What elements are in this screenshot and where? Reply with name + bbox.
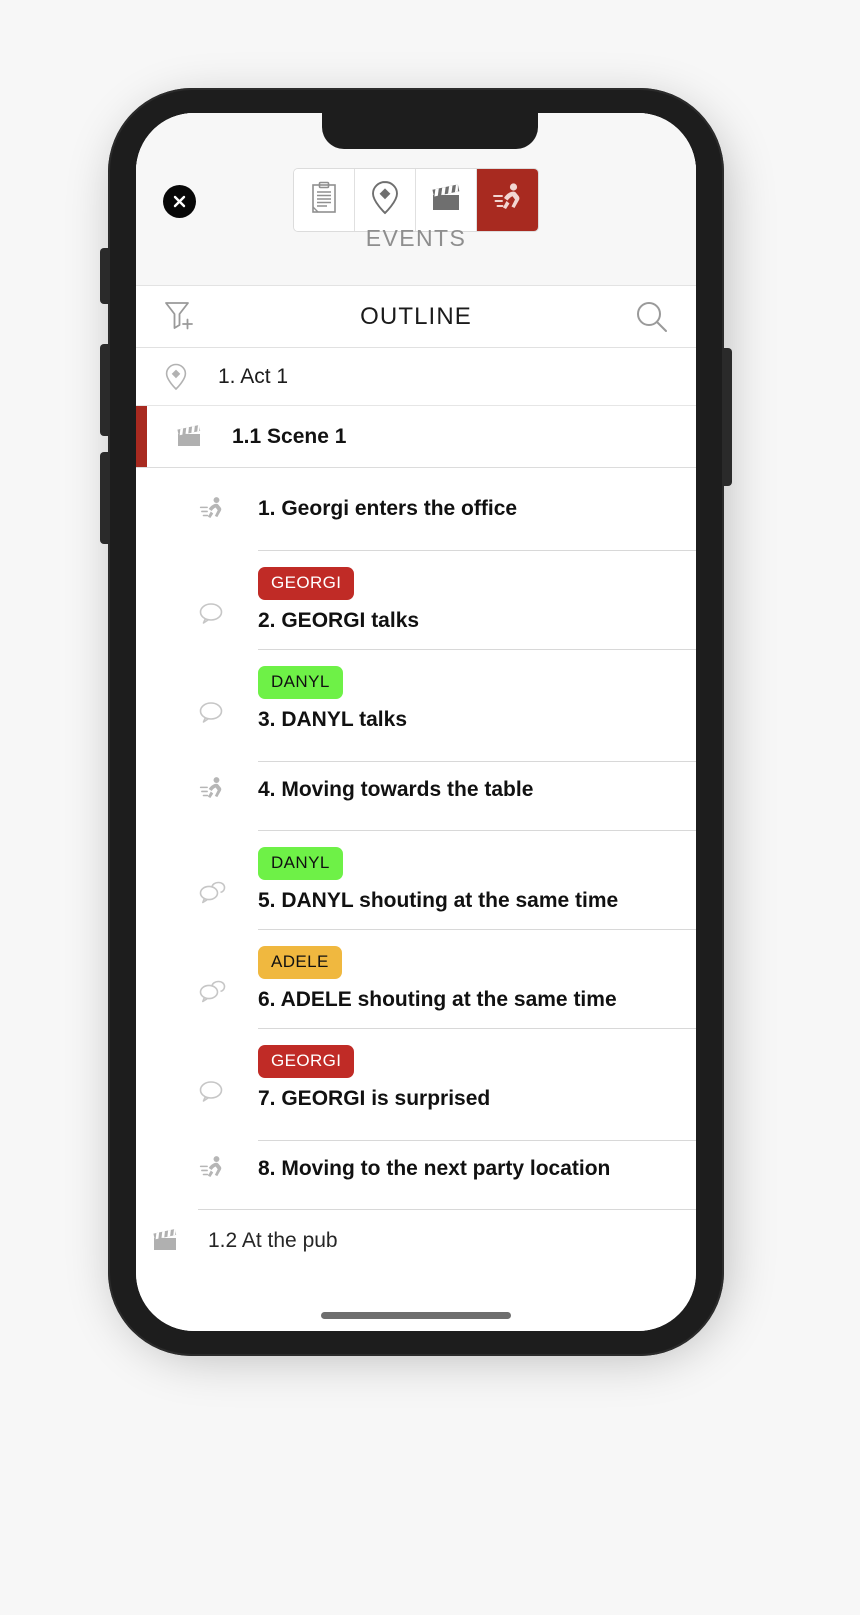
event-row[interactable]: DANYL 5. DANYL shouting at the same time: [136, 830, 696, 929]
screenshot-canvas: EVENTS OUTLINE 1. Act 1 1.1 Scene 1 1. G…: [0, 0, 860, 1615]
volume-down-button[interactable]: [100, 452, 110, 544]
event-title: 1. Georgi enters the office: [258, 497, 518, 520]
segment-events[interactable]: [477, 169, 538, 231]
search-icon[interactable]: [634, 299, 670, 340]
section-label: EVENTS: [365, 225, 467, 251]
outline-list: 1. Act 1 1.1 Scene 1 1. Georgi enters th…: [136, 348, 696, 1271]
running-person-icon: [491, 182, 525, 219]
power-button[interactable]: [722, 348, 732, 486]
device-notch: [322, 113, 538, 149]
mute-switch-button[interactable]: [100, 248, 110, 304]
speech-bubble-icon: [198, 1079, 258, 1127]
character-tag[interactable]: ADELE: [258, 946, 342, 979]
segment-script[interactable]: [294, 169, 355, 231]
outline-row-scene[interactable]: 1.1 Scene 1: [136, 406, 696, 468]
outline-row-next-scene[interactable]: 1.2 At the pub: [153, 1209, 696, 1271]
outline-act-label: 1. Act 1: [218, 364, 289, 388]
event-row[interactable]: 4. Moving towards the table: [136, 748, 696, 830]
event-row[interactable]: GEORGI 2. GEORGI talks: [136, 550, 696, 649]
event-body: 4. Moving towards the table: [258, 760, 696, 818]
outline-next-scene-label: 1.2 At the pub: [208, 1228, 338, 1252]
home-indicator[interactable]: [321, 1312, 511, 1319]
event-row[interactable]: 1. Georgi enters the office: [136, 468, 696, 550]
location-pin-icon: [164, 363, 218, 391]
event-row[interactable]: ADELE 6. ADELE shouting at the same time: [136, 929, 696, 1028]
double-speech-bubble-icon: [198, 881, 258, 929]
event-title: 5. DANYL shouting at the same time: [258, 889, 619, 912]
running-person-icon: [198, 1155, 258, 1181]
character-tag[interactable]: GEORGI: [258, 567, 355, 600]
clapperboard-icon: [429, 183, 463, 218]
speech-bubble-icon: [198, 601, 258, 649]
event-body: DANYL 3. DANYL talks: [258, 649, 696, 748]
event-title: 7. GEORGI is surprised: [258, 1087, 491, 1110]
volume-up-button[interactable]: [100, 344, 110, 436]
event-title: 2. GEORGI talks: [258, 609, 420, 632]
event-body: 8. Moving to the next party location: [258, 1139, 696, 1197]
filter-funnel-add-icon[interactable]: [162, 298, 198, 341]
running-person-icon: [198, 776, 258, 802]
event-body: ADELE 6. ADELE shouting at the same time: [258, 929, 696, 1028]
clapperboard-icon: [176, 424, 232, 449]
clapperboard-icon: [152, 1228, 208, 1253]
double-speech-bubble-icon: [198, 980, 258, 1028]
speech-bubble-icon: [198, 700, 258, 748]
page-title: OUTLINE: [360, 302, 472, 330]
outline-scene-label: 1.1 Scene 1: [232, 424, 347, 448]
event-row[interactable]: GEORGI 7. GEORGI is surprised: [136, 1028, 696, 1127]
clipboard-icon: [309, 181, 339, 220]
event-row[interactable]: DANYL 3. DANYL talks: [136, 649, 696, 748]
character-tag[interactable]: GEORGI: [258, 1045, 355, 1078]
event-title: 6. ADELE shouting at the same time: [258, 988, 617, 1011]
phone-screen: EVENTS OUTLINE 1. Act 1 1.1 Scene 1 1. G…: [136, 113, 696, 1331]
event-title: 3. DANYL talks: [258, 708, 407, 731]
character-tag[interactable]: DANYL: [258, 847, 343, 880]
character-tag[interactable]: DANYL: [258, 666, 343, 699]
outline-header: OUTLINE: [136, 286, 696, 348]
event-title: 4. Moving towards the table: [258, 777, 534, 801]
app-screen: EVENTS OUTLINE 1. Act 1 1.1 Scene 1 1. G…: [136, 113, 696, 1331]
segment-scenes[interactable]: [416, 169, 477, 231]
close-icon: [172, 194, 187, 209]
event-body: GEORGI 2. GEORGI talks: [258, 550, 696, 649]
scene-selected-accent-bar: [136, 406, 147, 467]
segment-locations[interactable]: [355, 169, 416, 231]
running-person-icon: [198, 496, 258, 522]
event-row[interactable]: 8. Moving to the next party location: [136, 1127, 696, 1209]
event-body: GEORGI 7. GEORGI is surprised: [258, 1028, 696, 1127]
location-pin-icon: [370, 180, 400, 221]
close-button[interactable]: [163, 185, 196, 218]
view-mode-segmented-control[interactable]: [293, 168, 539, 232]
outline-row-act[interactable]: 1. Act 1: [136, 348, 696, 406]
event-body: 1. Georgi enters the office: [258, 481, 696, 537]
event-title: 8. Moving to the next party location: [258, 1156, 611, 1180]
event-body: DANYL 5. DANYL shouting at the same time: [258, 830, 696, 929]
